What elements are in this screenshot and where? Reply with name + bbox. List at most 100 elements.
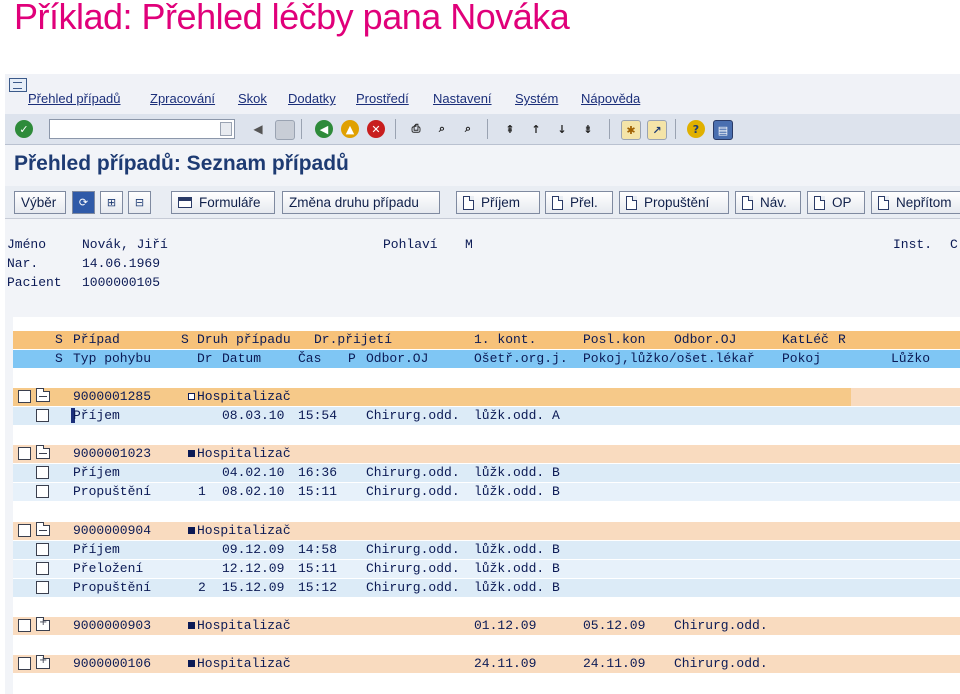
menu-prostredi[interactable]: Prostředí	[356, 91, 409, 106]
menu-system[interactable]: Systém	[515, 91, 558, 106]
movement-type[interactable]: Příjem	[73, 408, 120, 423]
case-row[interactable]: 9000000903 Hospitalizač 01.12.09 05.12.0…	[13, 617, 960, 635]
col-header[interactable]: Posl.kon	[583, 332, 645, 347]
col-header[interactable]: 1. kont.	[474, 332, 536, 347]
prijem-button[interactable]: Příjem	[456, 191, 540, 214]
cancel-icon[interactable]: ✕	[367, 120, 385, 138]
refresh-icon[interactable]: ⟳	[72, 191, 95, 214]
row-select-checkbox[interactable]	[36, 466, 49, 479]
case-id[interactable]: 9000000904	[73, 523, 151, 538]
menu-napoveda[interactable]: Nápověda	[581, 91, 640, 106]
formulare-button[interactable]: Formuláře	[171, 191, 275, 214]
propusteni-button[interactable]: Propuštění	[619, 191, 729, 214]
col-header[interactable]: S	[55, 332, 63, 347]
row-select-checkbox[interactable]	[18, 524, 31, 537]
col-header[interactable]: Pokoj,lůžko/ošet.lékař	[583, 351, 755, 366]
movement-type[interactable]: Příjem	[73, 542, 120, 557]
nav-button[interactable]: Náv.	[735, 191, 801, 214]
col-header[interactable]: Odbor.OJ	[674, 332, 736, 347]
back-icon[interactable]: ◀	[315, 120, 333, 138]
movement-row[interactable]: Přeložení 12.12.09 15:11 Chirurg.odd. lů…	[13, 560, 960, 578]
row-select-checkbox[interactable]	[36, 562, 49, 575]
vyber-button[interactable]: Výběr	[14, 191, 66, 214]
movement-type[interactable]: Příjem	[73, 465, 120, 480]
find-icon[interactable]: ⌕	[433, 120, 451, 138]
next-page-icon[interactable]: ↓	[553, 120, 571, 138]
case-row[interactable]: 9000001023 Hospitalizač	[13, 445, 960, 463]
col-header[interactable]: Čas	[298, 351, 321, 366]
movement-type[interactable]: Propuštění	[73, 484, 151, 499]
col-header[interactable]: KatLéč	[782, 332, 829, 347]
movement-row[interactable]: Propuštění 2 15.12.09 15:12 Chirurg.odd.…	[13, 579, 960, 597]
nepritom-button[interactable]: Nepřítom	[871, 191, 960, 214]
case-row[interactable]: 9000001285 Hospitalizač	[13, 388, 960, 406]
layout-menu-icon[interactable]: ▤	[713, 120, 733, 140]
movement-row[interactable]: Příjem 08.03.10 15:54 Chirurg.odd. lůžk.…	[13, 407, 960, 425]
previous-page-icon[interactable]: ↑	[527, 120, 545, 138]
movement-type[interactable]: Propuštění	[73, 580, 151, 595]
col-header[interactable]: Lůžko	[891, 351, 930, 366]
op-button[interactable]: OP	[807, 191, 865, 214]
case-id[interactable]: 9000000903	[73, 618, 151, 633]
col-header[interactable]: Případ	[73, 332, 120, 347]
col-header[interactable]: R	[838, 332, 846, 347]
case-row[interactable]: 9000000106 Hospitalizač 24.11.09 24.11.0…	[13, 655, 960, 673]
first-page-icon[interactable]: ⇞	[501, 120, 519, 138]
row-select-checkbox[interactable]	[36, 485, 49, 498]
col-header[interactable]: Druh případu	[197, 332, 291, 347]
movement-row[interactable]: Příjem 09.12.09 14:58 Chirurg.odd. lůžk.…	[13, 541, 960, 559]
prel-button[interactable]: Přel.	[545, 191, 613, 214]
menu-prehled-pripadu[interactable]: Přehled případů	[28, 91, 121, 106]
case-id[interactable]: 9000001023	[73, 446, 151, 461]
menu-skok[interactable]: Skok	[238, 91, 267, 106]
back-arrow-icon[interactable]: ◀	[249, 120, 267, 138]
folder-open-icon[interactable]	[36, 522, 50, 536]
save-icon[interactable]	[275, 120, 295, 140]
col-header[interactable]: Odbor.OJ	[366, 351, 428, 366]
print-icon[interactable]: ⎙	[407, 120, 425, 138]
command-dropdown-icon[interactable]	[220, 122, 232, 136]
system-menu-icon[interactable]	[9, 78, 27, 92]
movement-type[interactable]: Přeložení	[73, 561, 143, 576]
folder-open-icon[interactable]	[36, 445, 50, 459]
find-next-icon[interactable]: ⌕	[459, 120, 477, 138]
movement-row[interactable]: Příjem 04.02.10 16:36 Chirurg.odd. lůžk.…	[13, 464, 960, 482]
exit-icon[interactable]: ▲	[341, 120, 359, 138]
folder-closed-icon[interactable]	[36, 617, 50, 631]
movement-row[interactable]: Propuštění 1 08.02.10 15:11 Chirurg.odd.…	[13, 483, 960, 501]
case-row[interactable]: 9000000904 Hospitalizač	[13, 522, 960, 540]
case-id[interactable]: 9000001285	[73, 389, 151, 404]
menu-dodatky[interactable]: Dodatky	[288, 91, 336, 106]
row-select-checkbox[interactable]	[18, 657, 31, 670]
command-input[interactable]	[53, 121, 217, 139]
last-page-icon[interactable]: ⇟	[579, 120, 597, 138]
row-select-checkbox[interactable]	[36, 409, 49, 422]
menu-zpracovani[interactable]: Zpracování	[150, 91, 215, 106]
menu-nastaveni[interactable]: Nastavení	[433, 91, 492, 106]
row-select-checkbox[interactable]	[18, 447, 31, 460]
case-id[interactable]: 9000000106	[73, 656, 151, 671]
expand-icon[interactable]: ⊞	[100, 191, 123, 214]
col-header[interactable]: S	[55, 351, 63, 366]
col-header[interactable]: Typ pohybu	[73, 351, 151, 366]
help-icon[interactable]: ?	[687, 120, 705, 138]
col-header[interactable]: Pokoj	[782, 351, 821, 366]
shortcut-icon[interactable]: ↗	[647, 120, 667, 140]
create-session-icon[interactable]: ✱	[621, 120, 641, 140]
command-field[interactable]	[49, 119, 235, 139]
folder-open-icon[interactable]	[36, 388, 50, 402]
zmena-druhu-pripadu-button[interactable]: Změna druhu případu	[282, 191, 440, 214]
row-select-checkbox[interactable]	[36, 581, 49, 594]
col-header[interactable]: S	[181, 332, 189, 347]
folder-closed-icon[interactable]	[36, 655, 50, 669]
enter-check-icon[interactable]: ✓	[15, 120, 33, 138]
col-header[interactable]: Datum	[222, 351, 261, 366]
collapse-icon[interactable]: ⊟	[128, 191, 151, 214]
col-header[interactable]: Dr.přijetí	[314, 332, 392, 347]
col-header[interactable]: Dr	[197, 351, 213, 366]
row-select-checkbox[interactable]	[18, 390, 31, 403]
col-header[interactable]: Ošetř.org.j.	[474, 351, 568, 366]
row-select-checkbox[interactable]	[18, 619, 31, 632]
col-header[interactable]: P	[348, 351, 356, 366]
row-select-checkbox[interactable]	[36, 543, 49, 556]
